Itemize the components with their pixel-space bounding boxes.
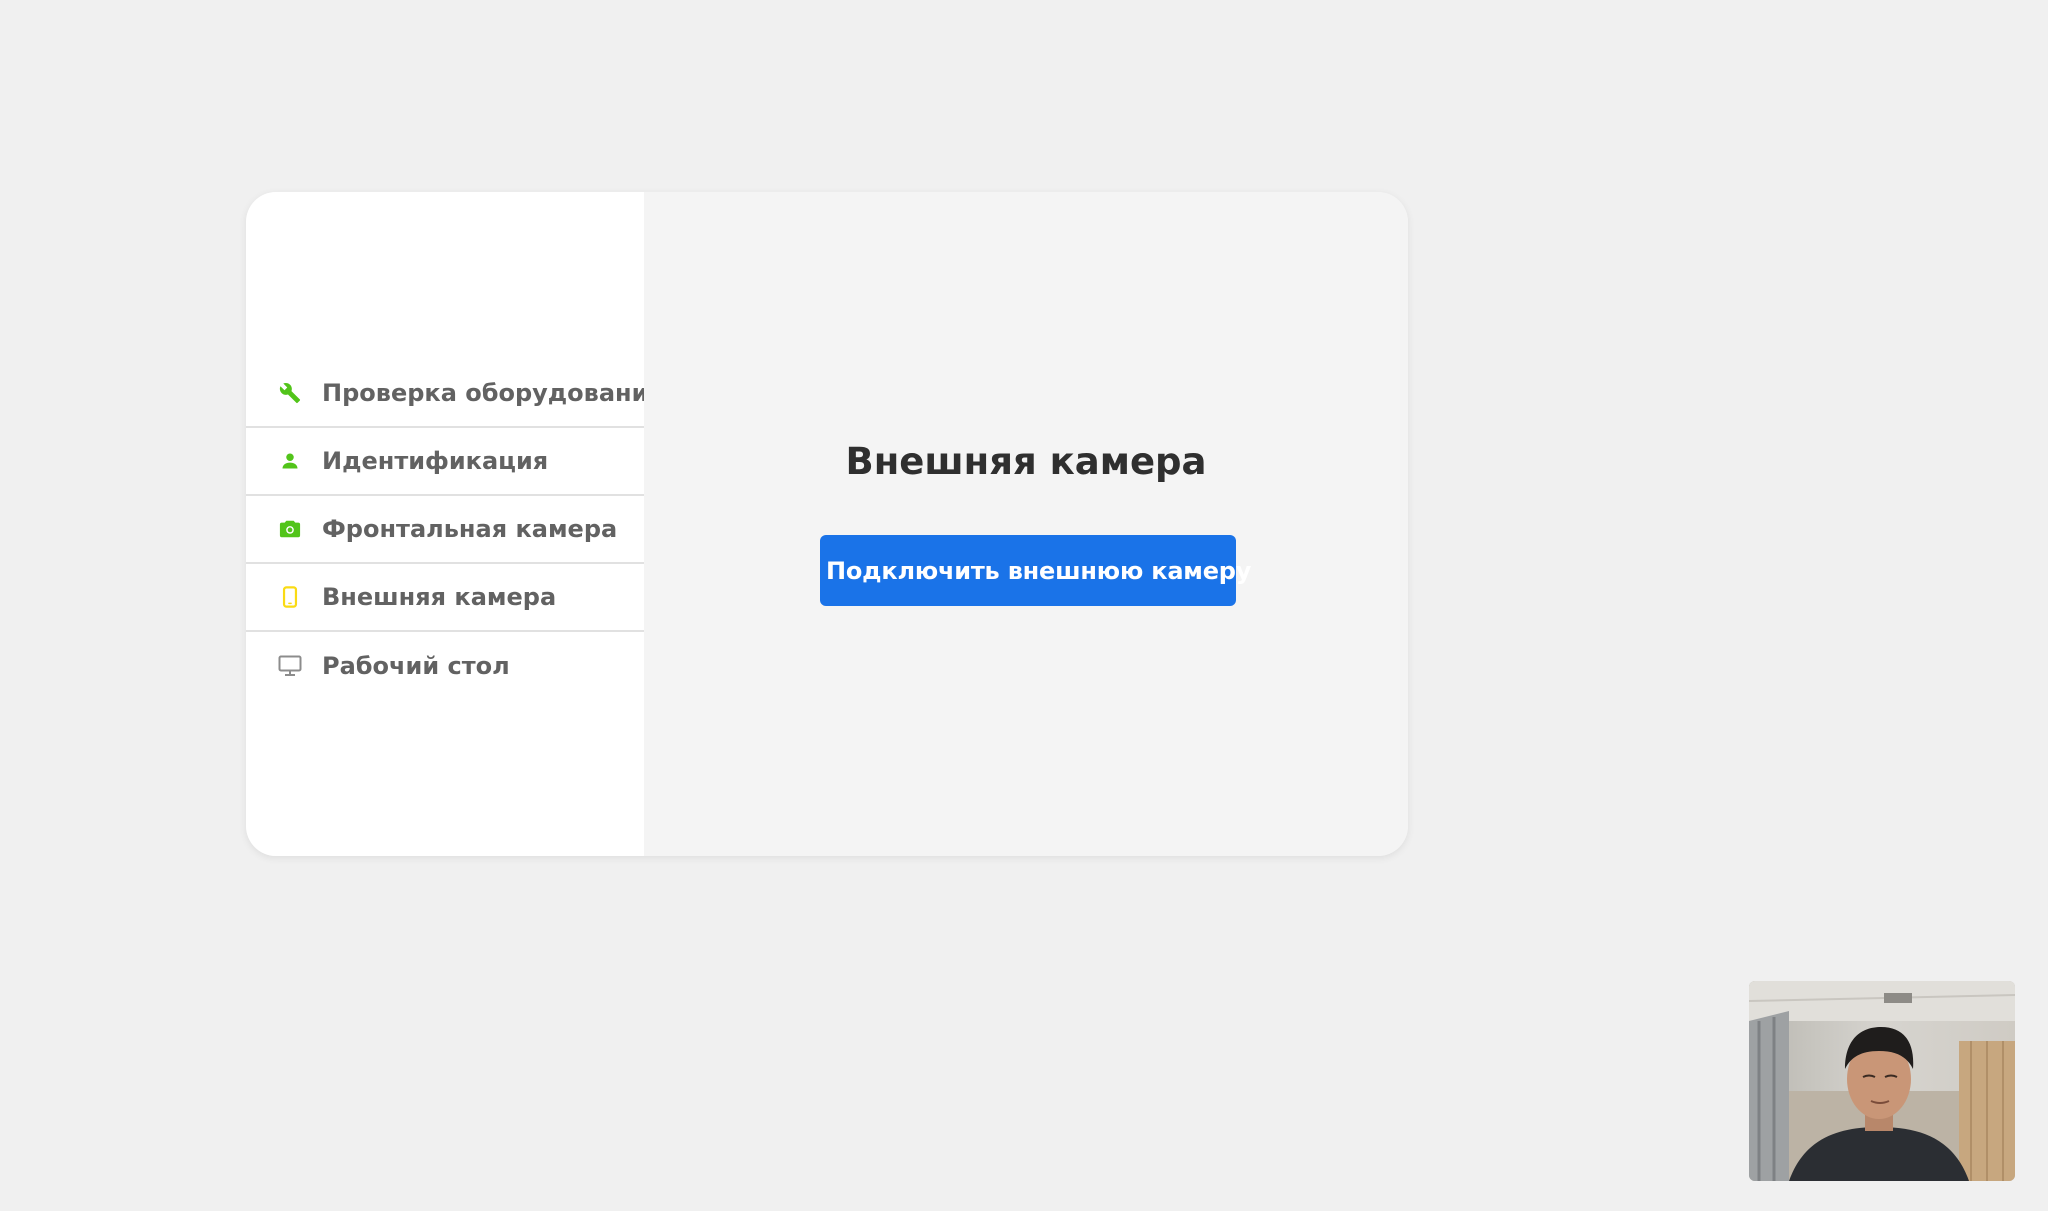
sidebar-item-identification[interactable]: Идентификация [246, 428, 644, 496]
sidebar-item-label: Проверка оборудования [322, 379, 664, 407]
sidebar-item-external-camera[interactable]: Внешняя камера [246, 564, 644, 632]
steps-sidebar: Проверка оборудования Идентификация Фрон… [246, 192, 664, 856]
verification-card: Проверка оборудования Идентификация Фрон… [246, 192, 1408, 856]
webcam-preview [1749, 981, 2015, 1181]
sidebar-item-label: Фронтальная камера [322, 515, 618, 543]
page: Проверка оборудования Идентификация Фрон… [0, 0, 2048, 1211]
external-camera-panel: Внешняя камера Подключить внешнюю камеру [644, 192, 1408, 856]
sidebar-item-label: Идентификация [322, 447, 549, 475]
camera-icon [278, 517, 302, 541]
sidebar-item-label: Рабочий стол [322, 652, 510, 680]
sidebar-item-label: Внешняя камера [322, 583, 557, 611]
sidebar-item-hardware-check[interactable]: Проверка оборудования [246, 360, 664, 428]
monitor-icon [278, 654, 302, 678]
sidebar-item-desktop[interactable]: Рабочий стол [246, 632, 644, 700]
connect-external-camera-button[interactable]: Подключить внешнюю камеру [820, 535, 1251, 606]
page-title: Внешняя камера [845, 440, 1207, 483]
wrench-icon [278, 381, 302, 405]
person-icon [278, 449, 302, 473]
phone-icon [278, 585, 302, 609]
sidebar-item-front-camera[interactable]: Фронтальная камера [246, 496, 644, 564]
webcam-image [1749, 981, 2015, 1181]
